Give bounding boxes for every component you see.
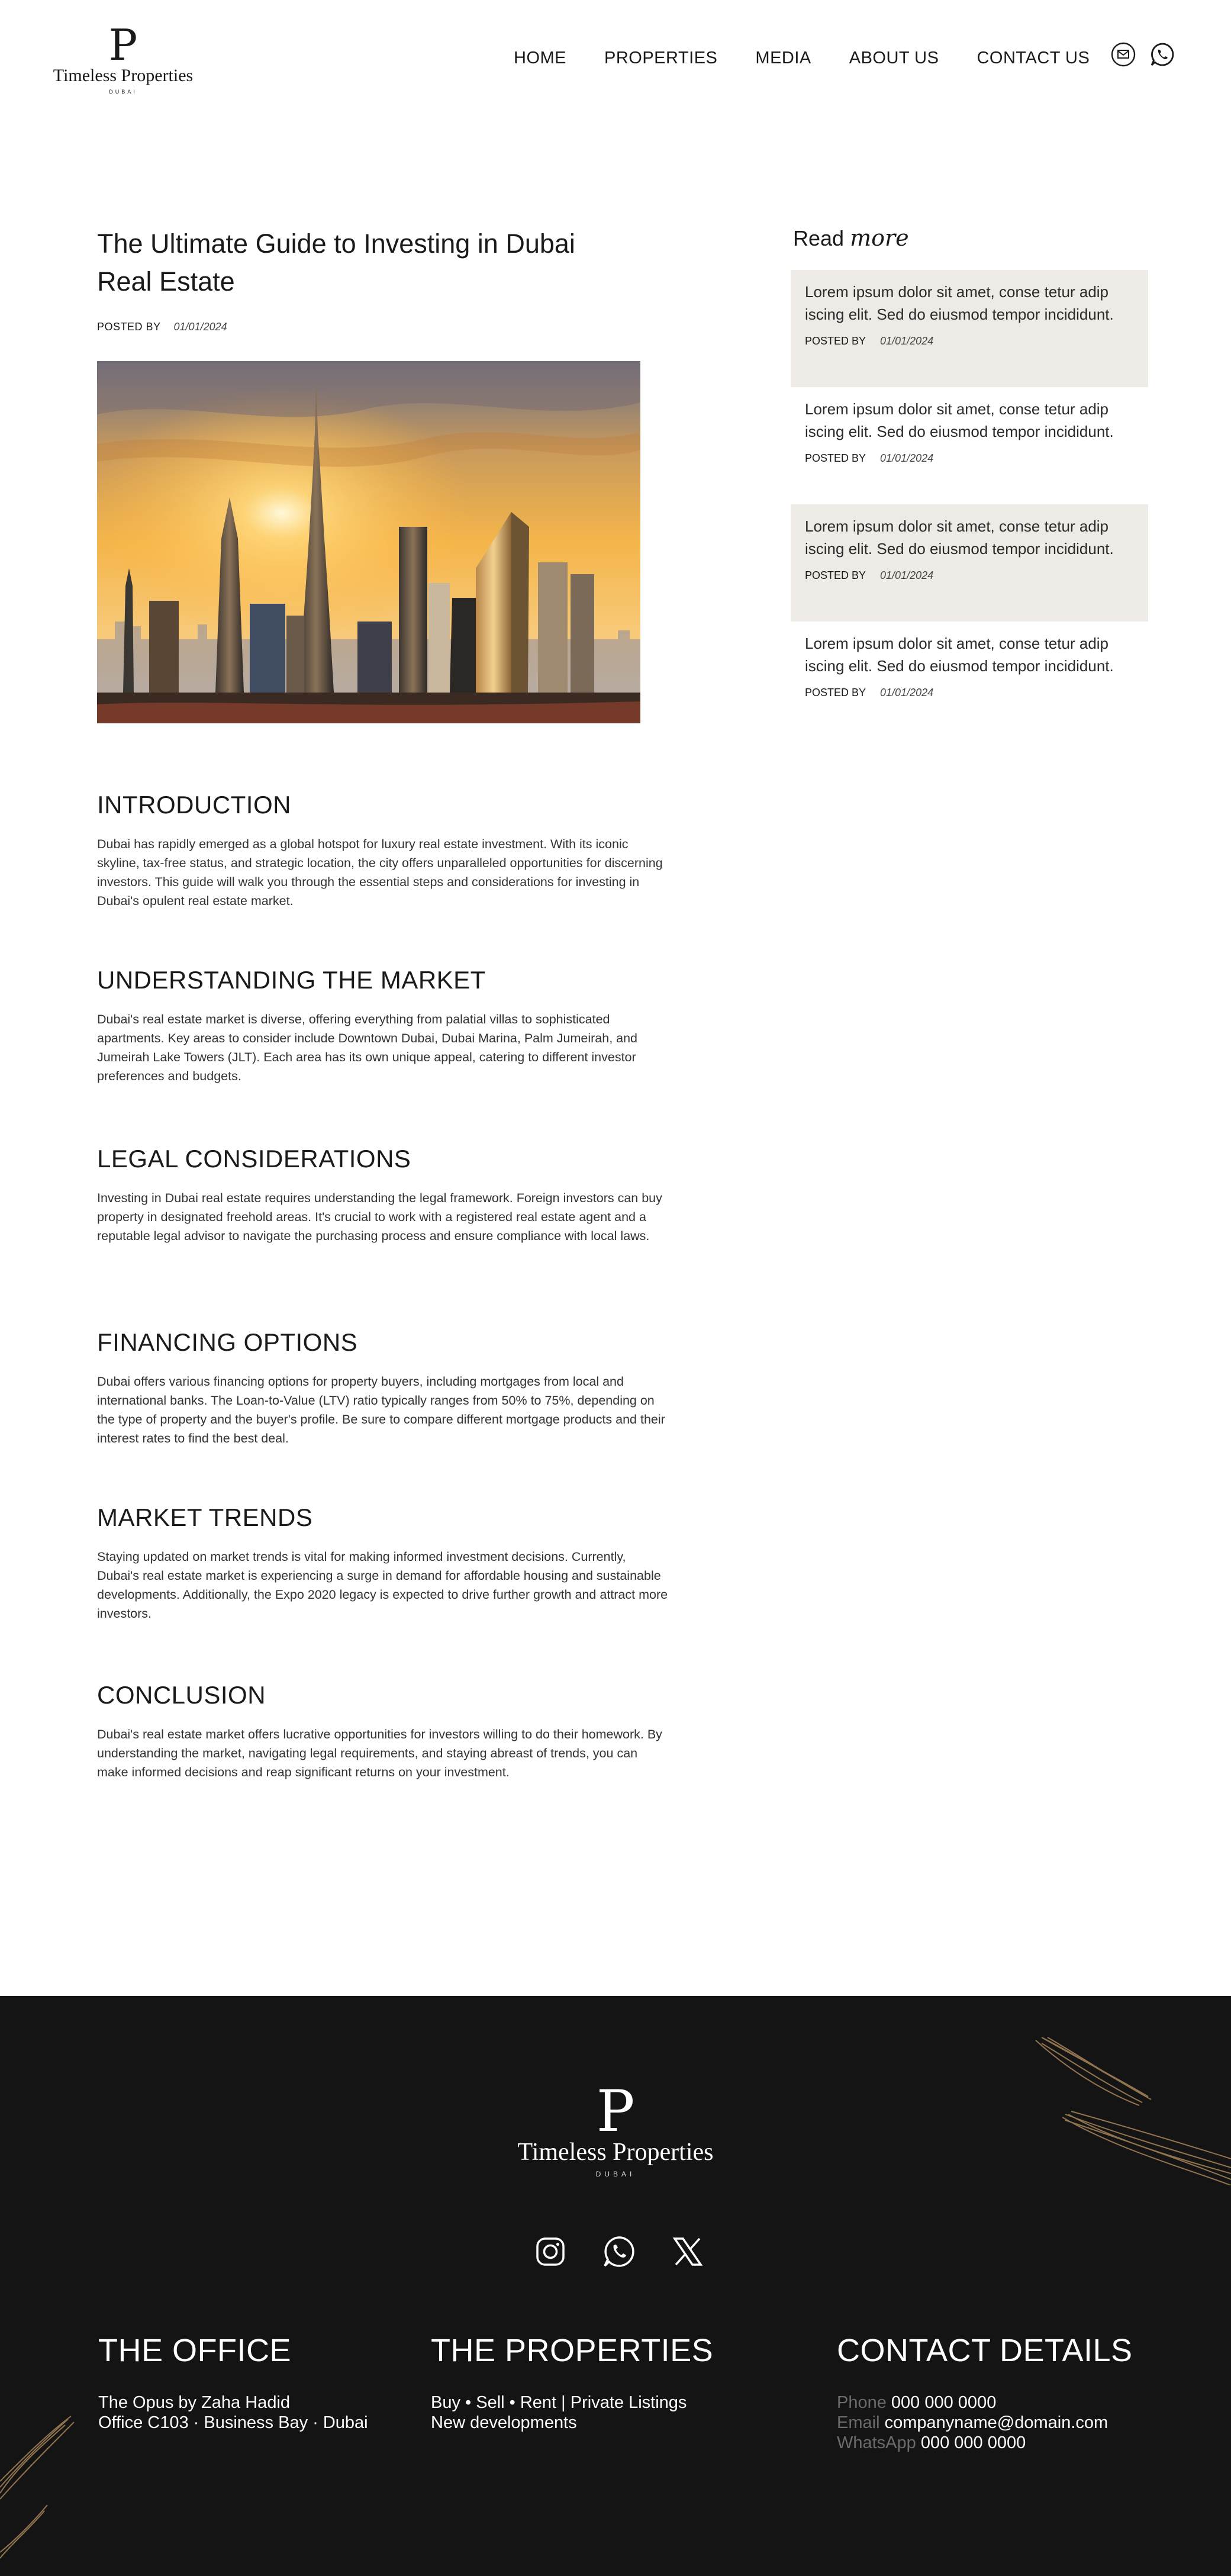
section-body: Dubai's real estate market is diverse, o… <box>97 1012 638 1083</box>
read-more-heading: Read more <box>791 225 1148 251</box>
email-icon[interactable] <box>1110 41 1136 67</box>
post-card[interactable]: Lorem ipsum dolor sit amet, conse tetur … <box>791 270 1148 387</box>
email-value[interactable]: companyname@domain.com <box>885 2413 1108 2432</box>
footer-properties: THE PROPERTIES Buy • Sell • Rent | Priva… <box>431 2332 713 2433</box>
nav-home[interactable]: HOME <box>514 49 566 68</box>
site-header: P Timeless Properties DUBAI HOME PROPERT… <box>0 0 1231 118</box>
section-body: Dubai has rapidly emerged as a global ho… <box>97 837 663 908</box>
section-body: Staying updated on market trends is vita… <box>97 1550 668 1621</box>
article-header: The Ultimate Guide to Investing in Dubai… <box>97 225 677 333</box>
office-building: The Opus by Zaha Hadid <box>98 2393 291 2412</box>
post-excerpt: Lorem ipsum dolor sit amet, conse tetur … <box>805 635 1114 675</box>
read-label: Read <box>793 226 845 250</box>
more-label: more <box>850 225 909 251</box>
contact-email-row: Email companyname@domain.com <box>837 2413 1133 2433</box>
feather-decoration-icon <box>1035 2037 1231 2185</box>
post-date: 01/01/2024 <box>880 687 934 698</box>
logo-name: Timeless Properties <box>53 66 194 85</box>
footer-heading: THE OFFICE <box>98 2333 291 2368</box>
section-heading: CONCLUSION <box>97 1681 266 1709</box>
site-logo[interactable]: P Timeless Properties DUBAI <box>52 20 194 95</box>
footer-logo[interactable]: P Timeless Properties DUBAI <box>509 2078 722 2178</box>
post-date: 01/01/2024 <box>880 452 934 464</box>
post-excerpt: Lorem ipsum dolor sit amet, conse tetur … <box>805 283 1114 323</box>
post-meta: POSTED BY 01/01/2024 <box>805 335 1134 347</box>
post-card[interactable]: Lorem ipsum dolor sit amet, conse tetur … <box>791 387 1148 504</box>
article-meta: POSTED BY 01/01/2024 <box>97 321 677 333</box>
posted-by-label: POSTED BY <box>805 452 866 464</box>
x-icon[interactable] <box>670 2234 705 2269</box>
posted-by-label: POSTED BY <box>805 335 866 347</box>
logo-monogram: P <box>108 20 138 70</box>
whatsapp-value[interactable]: 000 000 0000 <box>921 2433 1026 2452</box>
section-legal-considerations: LEGAL CONSIDERATIONS Investing in Dubai … <box>97 1145 677 1245</box>
social-links <box>533 2234 705 2269</box>
logo-location: DUBAI <box>595 2170 636 2178</box>
section-heading: LEGAL CONSIDERATIONS <box>97 1145 411 1173</box>
read-more-sidebar: Read more Lorem ipsum dolor sit amet, co… <box>791 225 1148 739</box>
post-date: 01/01/2024 <box>173 321 227 333</box>
feather-decoration-icon <box>0 2416 75 2559</box>
contact-whatsapp-row: WhatsApp 000 000 0000 <box>837 2433 1133 2453</box>
email-label: Email <box>837 2413 880 2432</box>
section-body: Dubai offers various financing options f… <box>97 1374 665 1445</box>
nav-media[interactable]: MEDIA <box>755 49 811 68</box>
phone-label: Phone <box>837 2393 887 2412</box>
post-excerpt: Lorem ipsum dolor sit amet, conse tetur … <box>805 517 1114 558</box>
section-market-trends: MARKET TRENDS Staying updated on market … <box>97 1503 677 1623</box>
footer-office: THE OFFICE The Opus by Zaha Hadid Office… <box>98 2332 368 2433</box>
logo-location: DUBAI <box>109 89 137 95</box>
footer-contact: CONTACT DETAILS Phone 000 000 0000 Email… <box>837 2332 1133 2453</box>
post-card[interactable]: Lorem ipsum dolor sit amet, conse tetur … <box>791 504 1148 622</box>
section-introduction: INTRODUCTION Dubai has rapidly emerged a… <box>97 791 677 910</box>
posted-by-label: POSTED BY <box>805 569 866 581</box>
section-financing-options: FINANCING OPTIONS Dubai offers various f… <box>97 1328 677 1448</box>
section-body: Investing in Dubai real estate requires … <box>97 1191 662 1243</box>
post-list: Lorem ipsum dolor sit amet, conse tetur … <box>791 270 1148 739</box>
article-title: The Ultimate Guide to Investing in Dubai… <box>97 228 575 297</box>
posted-by-label: POSTED BY <box>805 687 866 698</box>
section-heading: UNDERSTANDING THE MARKET <box>97 966 486 994</box>
hero-image-dubai-skyline <box>97 361 640 723</box>
logo-name: Timeless Properties <box>517 2139 714 2166</box>
logo-monogram: P <box>596 2078 635 2144</box>
section-heading: INTRODUCTION <box>97 791 291 819</box>
site-footer: P Timeless Properties DUBAI THE OFFICE T… <box>0 1996 1231 2576</box>
whatsapp-label: WhatsApp <box>837 2433 916 2452</box>
main-nav: HOME PROPERTIES MEDIA ABOUT US CONTACT U… <box>514 49 1090 68</box>
post-card[interactable]: Lorem ipsum dolor sit amet, conse tetur … <box>791 622 1148 739</box>
footer-heading: THE PROPERTIES <box>431 2333 714 2368</box>
nav-properties[interactable]: PROPERTIES <box>604 49 717 68</box>
section-conclusion: CONCLUSION Dubai's real estate market of… <box>97 1681 677 1782</box>
whatsapp-icon[interactable] <box>1149 41 1175 67</box>
office-address: Office C103 · Business Bay · Dubai <box>98 2413 368 2432</box>
nav-contact-us[interactable]: CONTACT US <box>977 49 1090 68</box>
post-date: 01/01/2024 <box>880 569 934 581</box>
header-contact-icons <box>1110 41 1175 67</box>
section-understanding-market: UNDERSTANDING THE MARKET Dubai's real es… <box>97 966 677 1086</box>
post-meta: POSTED BY 01/01/2024 <box>805 569 1134 582</box>
section-body: Dubai's real estate market offers lucrat… <box>97 1727 662 1779</box>
properties-new-developments[interactable]: New developments <box>431 2413 713 2433</box>
post-meta: POSTED BY 01/01/2024 <box>805 452 1134 465</box>
whatsapp-icon[interactable] <box>601 2234 637 2269</box>
contact-phone-row: Phone 000 000 0000 <box>837 2393 1133 2413</box>
footer-heading: CONTACT DETAILS <box>837 2333 1133 2368</box>
post-meta: POSTED BY 01/01/2024 <box>805 687 1134 699</box>
section-heading: MARKET TRENDS <box>97 1503 313 1531</box>
post-date: 01/01/2024 <box>880 335 934 347</box>
section-heading: FINANCING OPTIONS <box>97 1328 358 1356</box>
posted-by-label: POSTED BY <box>97 321 161 333</box>
instagram-icon[interactable] <box>533 2234 568 2269</box>
post-excerpt: Lorem ipsum dolor sit amet, conse tetur … <box>805 400 1114 440</box>
properties-services[interactable]: Buy • Sell • Rent | Private Listings <box>431 2393 713 2413</box>
nav-about-us[interactable]: ABOUT US <box>849 49 939 68</box>
phone-value[interactable]: 000 000 0000 <box>891 2393 996 2412</box>
